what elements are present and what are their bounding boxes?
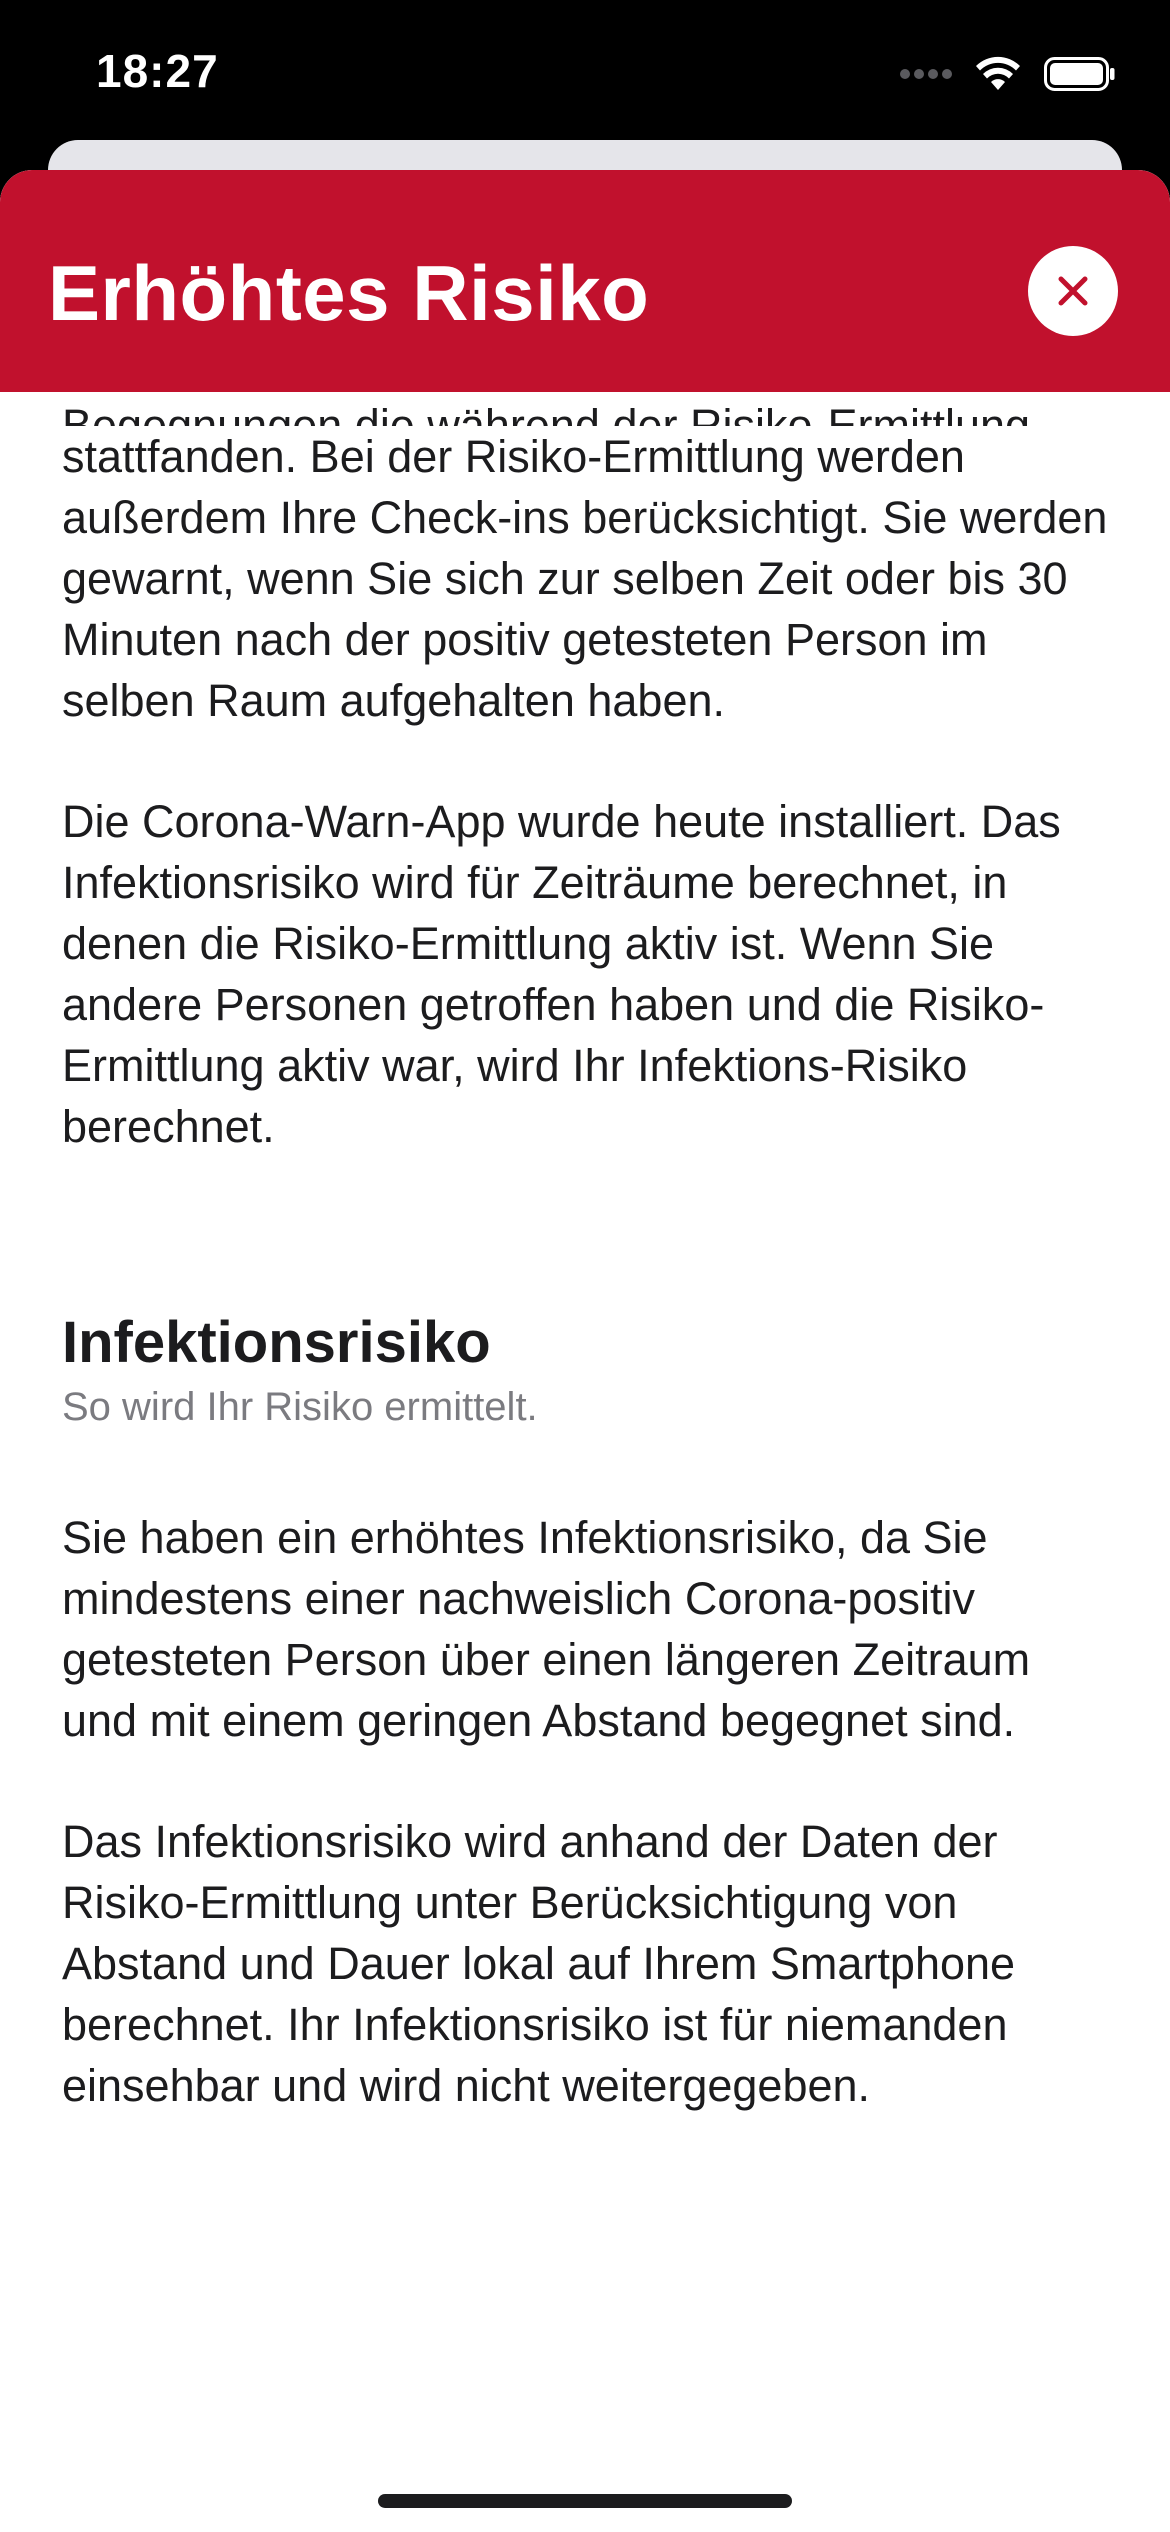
home-indicator[interactable] [378,2494,792,2508]
paragraph-risk-calculation: Das Infektionsrisiko wird anhand der Dat… [62,1816,1016,2111]
page-title: Erhöhtes Risiko [48,249,650,337]
paragraph-check-ins: stattfanden. Bei der Risiko-Ermittlung w… [62,431,1108,726]
battery-icon [1044,57,1115,91]
cellular-signal-icon [900,69,952,79]
close-button[interactable] [1028,246,1118,336]
status-bar: 18:27 [0,0,1170,150]
paragraph-installed-today: Die Corona-Warn-App wurde heute installi… [62,796,1061,1152]
status-time: 18:27 [96,45,219,97]
section-subtitle: So wird Ihr Risiko ermittelt. [62,1385,538,1429]
risk-header: Erhöhtes Risiko [0,170,1170,392]
close-icon [1058,276,1088,306]
partially-hidden-line: Begegnungen die während der Risiko-Ermit… [62,400,1031,426]
status-icons [900,56,1116,92]
content-scroll[interactable]: Begegnungen die während der Risiko-Ermit… [62,392,1112,2116]
paragraph-elevated-risk: Sie haben ein erhöhtes Infektionsrisiko,… [62,1512,1031,1746]
risk-detail-sheet: Erhöhtes Risiko Begegnungen die während … [0,170,1170,2532]
section-title: Infektionsrisiko [62,1310,491,1375]
wifi-icon [976,56,1020,90]
